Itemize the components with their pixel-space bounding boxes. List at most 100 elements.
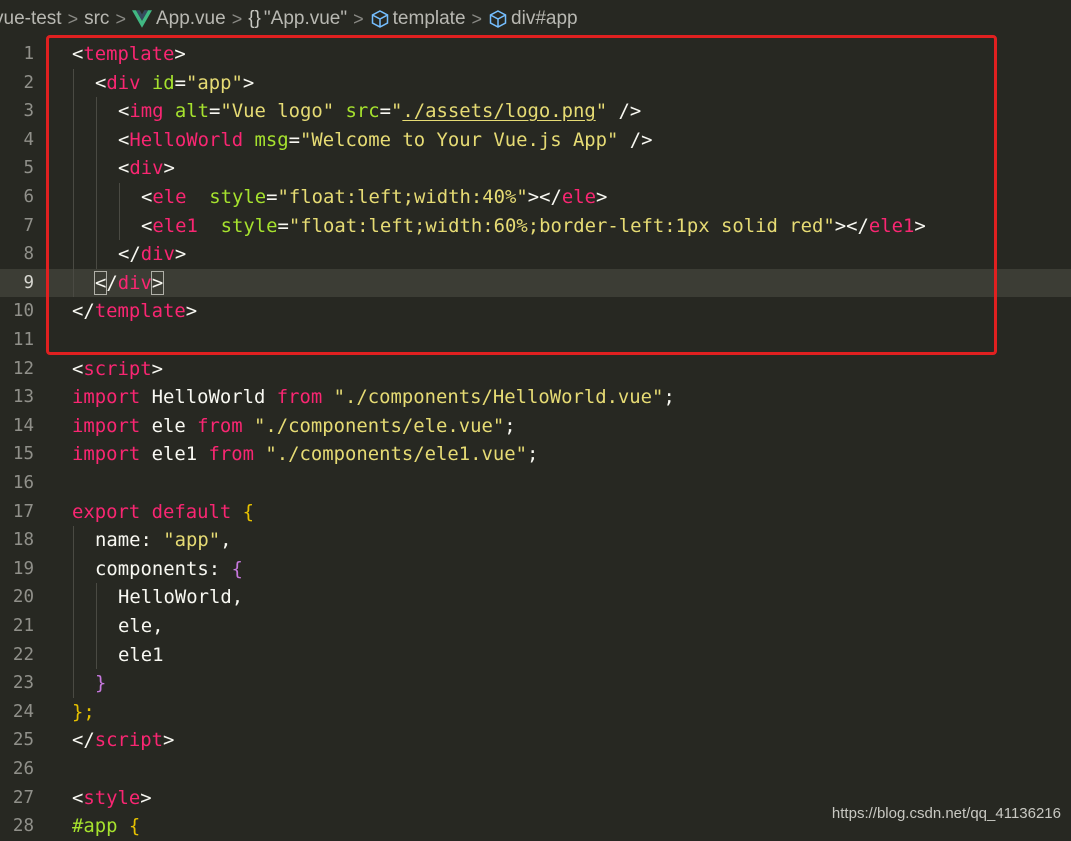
breadcrumb-item-file[interactable]: App.vue [131, 8, 226, 30]
code-line[interactable]: 11 [0, 326, 1071, 355]
code-line-active[interactable]: 9 </div> [0, 268, 1071, 298]
line-number: 23 [12, 673, 34, 694]
line-number: 17 [12, 501, 34, 522]
watermark: https://blog.csdn.net/qq_41136216 [831, 805, 1061, 822]
line-number: 15 [12, 444, 34, 465]
line-number: 2 [23, 72, 34, 93]
breadcrumb-chevron-icon: > [115, 8, 126, 29]
line-number: 24 [12, 701, 34, 722]
code-text: <HelloWorld msg="Welcome to Your Vue.js … [118, 128, 653, 151]
line-number: 13 [12, 387, 34, 408]
code-line[interactable]: 24 }; [0, 698, 1071, 727]
code-line[interactable]: 7 <ele1 style="float:left;width:60%;bord… [0, 211, 1071, 241]
code-line[interactable]: 19 components: { [0, 554, 1071, 584]
code-line[interactable]: 18 name: "app", [0, 526, 1071, 555]
code-line[interactable]: 22 ele1 [0, 640, 1071, 670]
code-text: <script> [72, 357, 163, 380]
line-number: 18 [12, 530, 34, 551]
code-line[interactable]: 12 <script> [0, 355, 1071, 384]
breadcrumb-item-module[interactable]: {} "App.vue" [248, 8, 347, 30]
line-number: 22 [12, 644, 34, 665]
line-number: 19 [12, 558, 34, 579]
line-number: 12 [12, 358, 34, 379]
code-text: <template> [72, 43, 186, 65]
cube-icon [489, 10, 507, 28]
line-number: 28 [12, 816, 34, 837]
breadcrumb-chevron-icon: > [471, 8, 483, 29]
code-line[interactable]: 13 import HelloWorld from "./components/… [0, 383, 1071, 412]
code-line[interactable]: 4 <HelloWorld msg="Welcome to Your Vue.j… [0, 125, 1071, 155]
code-text: ele, [118, 615, 164, 637]
code-line[interactable]: 17 export default { [0, 498, 1071, 527]
bracket-match: > [150, 270, 165, 295]
code-text: <div> [118, 157, 175, 180]
code-text: import HelloWorld from "./components/Hel… [72, 386, 675, 409]
breadcrumb-chevron-icon: > [353, 8, 364, 29]
code-line[interactable]: 16 [0, 469, 1071, 498]
code-line[interactable]: 20 HelloWorld, [0, 583, 1071, 612]
code-text: <ele1 style="float:left;width:60%;border… [141, 214, 926, 237]
breadcrumb-chevron-icon: > [67, 8, 79, 29]
breadcrumb-item-template[interactable]: template [370, 8, 466, 30]
line-number: 27 [12, 787, 34, 808]
line-number: 11 [12, 330, 34, 350]
line-number: 4 [23, 129, 34, 150]
code-line[interactable]: 23 } [0, 669, 1071, 698]
vue-icon [131, 10, 152, 28]
braces-icon: {} [248, 8, 261, 29]
breadcrumb-chevron-icon: > [231, 8, 243, 29]
line-number: 25 [12, 730, 34, 751]
line-number: 20 [12, 587, 34, 608]
cube-icon [371, 10, 388, 28]
line-number: 16 [12, 473, 34, 493]
code-line[interactable]: 15 import ele1 from "./components/ele1.v… [0, 440, 1071, 469]
code-line[interactable]: 8 </div> [0, 240, 1071, 269]
line-number: 6 [23, 187, 34, 207]
code-text: name: "app", [95, 529, 232, 552]
code-text: } [95, 672, 107, 695]
code-line[interactable]: 1 <template> [0, 40, 1071, 69]
code-text: <img alt="Vue logo" src="./assets/logo.p… [118, 100, 642, 123]
code-line[interactable]: 5 <div> [0, 154, 1071, 183]
code-text: HelloWorld, [118, 586, 244, 609]
code-text: </div> [93, 270, 165, 295]
asset-path-link[interactable]: ./assets/logo.png [402, 100, 595, 122]
code-editor[interactable]: 1 <template> 2 <div id="app"> 3 <img alt… [0, 38, 1071, 837]
code-text: </script> [72, 729, 175, 752]
line-number: 14 [12, 415, 34, 436]
code-text: <style> [72, 786, 152, 809]
code-text: <div id="app"> [95, 71, 255, 94]
code-line[interactable]: 3 <img alt="Vue logo" src="./assets/logo… [0, 97, 1071, 126]
breadcrumb-item-project[interactable]: vue-test [0, 8, 62, 30]
code-text: </template> [72, 300, 198, 323]
code-text: }; [72, 700, 95, 723]
code-text: import ele1 from "./components/ele1.vue"… [72, 443, 539, 466]
code-line[interactable]: 2 <div id="app"> [0, 68, 1071, 98]
code-text: </div> [118, 243, 187, 266]
breadcrumb: vue-test > src > App.vue > {} "App.vue" … [0, 0, 1071, 38]
code-line[interactable]: 21 ele, [0, 612, 1071, 641]
breadcrumb-item-src[interactable]: src [84, 8, 109, 30]
code-line[interactable]: 14 import ele from "./components/ele.vue… [0, 412, 1071, 441]
code-line[interactable]: 6 <ele style="float:left;width:40%"></el… [0, 183, 1071, 212]
code-line[interactable]: 25 </script> [0, 726, 1071, 755]
code-text: export default { [72, 500, 254, 523]
code-text: <ele style="float:left;width:40%"></ele> [141, 186, 608, 208]
line-number: 3 [23, 101, 34, 122]
line-number: 21 [12, 616, 34, 636]
code-line[interactable]: 26 [0, 755, 1071, 784]
line-number: 5 [23, 158, 34, 179]
code-text: import ele from "./components/ele.vue"; [72, 414, 516, 437]
code-text: #app { [72, 815, 141, 838]
breadcrumb-item-div-app[interactable]: div#app [488, 8, 578, 30]
code-line[interactable]: 10 </template> [0, 297, 1071, 326]
line-number: 7 [23, 215, 34, 236]
line-number: 10 [12, 301, 34, 322]
code-text: components: { [95, 557, 243, 580]
code-text: ele1 [118, 643, 164, 666]
bracket-match: < [93, 270, 108, 295]
line-number: 9 [23, 272, 34, 293]
line-number: 26 [12, 759, 34, 779]
line-number: 8 [23, 244, 34, 265]
line-number: 1 [23, 44, 34, 64]
